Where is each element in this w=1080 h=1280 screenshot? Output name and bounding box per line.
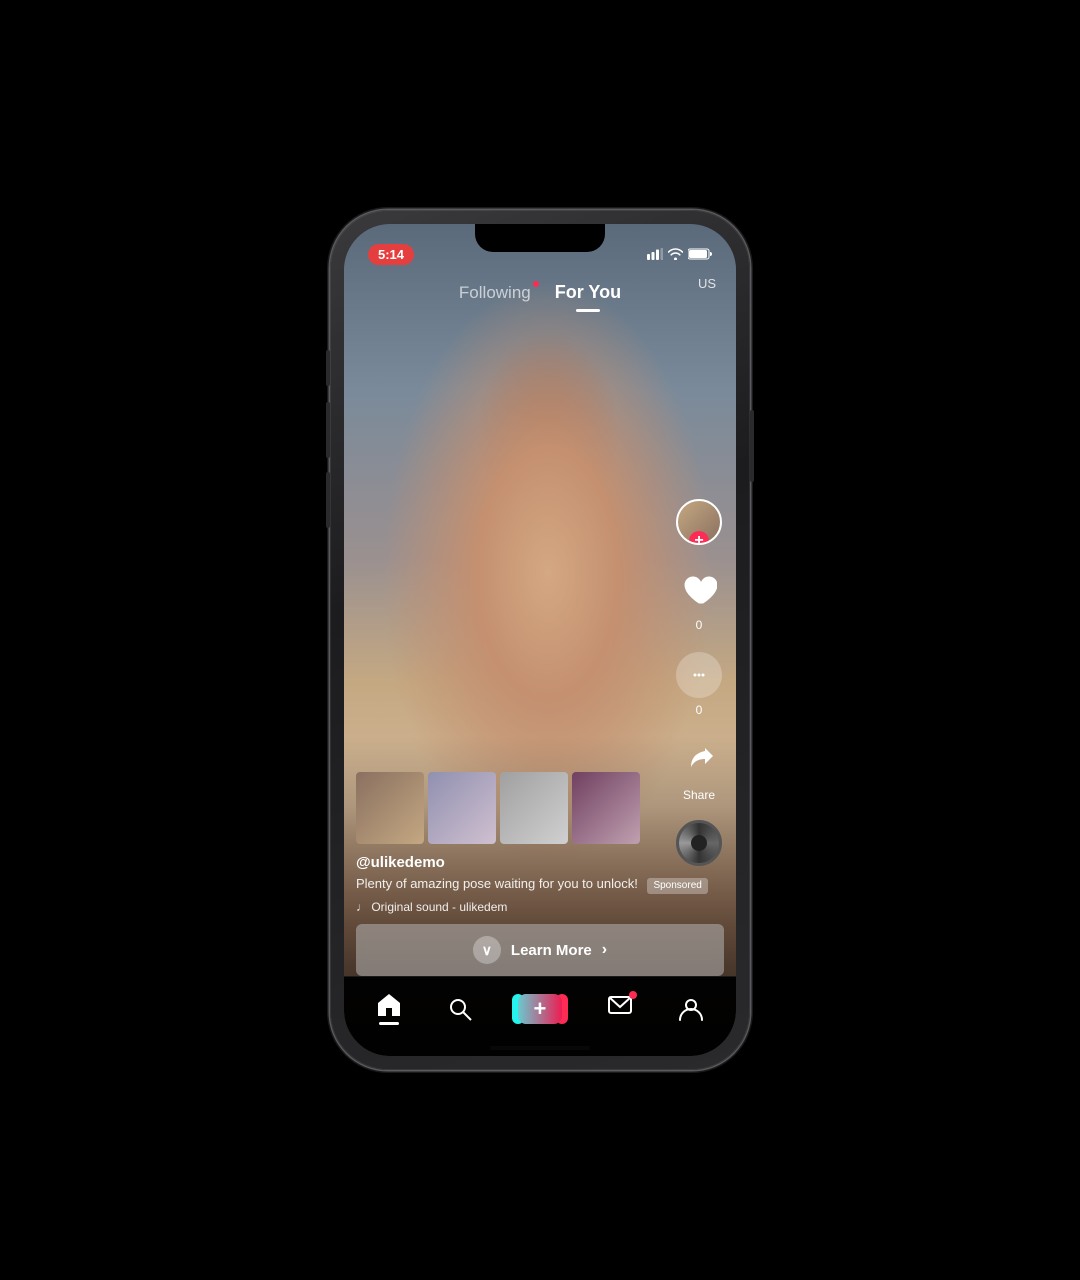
nav-tabs: Following For You	[344, 276, 736, 309]
region-label: US	[698, 276, 716, 291]
thumbnail-2[interactable]	[428, 772, 496, 844]
profile-icon	[678, 996, 704, 1022]
volume-up-button[interactable]	[326, 402, 330, 458]
heart-icon	[681, 572, 717, 608]
learn-more-label: Learn More	[511, 942, 592, 959]
nav-messages[interactable]	[607, 993, 633, 1024]
create-button[interactable]: +	[518, 994, 562, 1024]
chevron-right-icon: ›	[602, 941, 607, 959]
search-icon	[447, 996, 473, 1022]
home-active-indicator	[379, 1022, 399, 1025]
like-action[interactable]: 0	[674, 565, 724, 632]
home-icon	[376, 992, 402, 1018]
status-icons	[647, 248, 712, 260]
comment-icon	[688, 664, 710, 686]
nav-search[interactable]	[447, 996, 473, 1022]
comment-button[interactable]	[674, 650, 724, 700]
plus-icon: +	[534, 996, 547, 1022]
volume-down-button[interactable]	[326, 472, 330, 528]
comment-action[interactable]: 0	[674, 650, 724, 717]
username[interactable]: @ulikedemo	[356, 854, 724, 871]
messages-notification-dot	[629, 991, 637, 999]
avatar-button[interactable]	[674, 497, 724, 547]
avatar-action[interactable]	[674, 497, 724, 547]
sponsored-badge: Sponsored	[647, 878, 707, 894]
video-caption: Plenty of amazing pose waiting for you t…	[356, 875, 724, 894]
bottom-nav: +	[344, 976, 736, 1056]
phone-frame: 5:14	[330, 210, 750, 1070]
bottom-content: @ulikedemo Plenty of amazing pose waitin…	[344, 772, 736, 976]
nav-profile[interactable]	[678, 996, 704, 1022]
following-notification-dot	[533, 281, 539, 287]
signal-icon	[647, 248, 663, 260]
like-count: 0	[696, 618, 703, 632]
status-time: 5:14	[368, 244, 414, 265]
thumbnail-row	[356, 772, 724, 844]
tab-for-you[interactable]: For You	[545, 276, 631, 309]
tab-following[interactable]: Following	[449, 277, 541, 309]
comment-bubble	[676, 652, 722, 698]
nav-home[interactable]	[376, 992, 402, 1025]
avatar[interactable]	[676, 499, 722, 545]
wifi-icon	[668, 248, 683, 260]
sound-row[interactable]: ♩ Original sound - ulikedem	[356, 900, 724, 914]
like-button[interactable]	[674, 565, 724, 615]
thumbnail-3[interactable]	[500, 772, 568, 844]
thumbnail-1[interactable]	[356, 772, 424, 844]
power-button[interactable]	[750, 410, 754, 482]
phone-screen: 5:14	[344, 224, 736, 1056]
comment-count: 0	[696, 703, 703, 717]
sound-label: ♩ Original sound - ulikedem	[356, 900, 507, 914]
silent-button[interactable]	[326, 350, 330, 386]
nav-create[interactable]: +	[518, 994, 562, 1024]
learn-more-button[interactable]: ∨ Learn More ›	[356, 924, 724, 976]
thumbnail-4[interactable]	[572, 772, 640, 844]
chevron-down-icon: ∨	[473, 936, 501, 964]
notch	[475, 224, 605, 252]
battery-icon	[688, 248, 712, 260]
user-info: @ulikedemo Plenty of amazing pose waitin…	[356, 854, 724, 894]
